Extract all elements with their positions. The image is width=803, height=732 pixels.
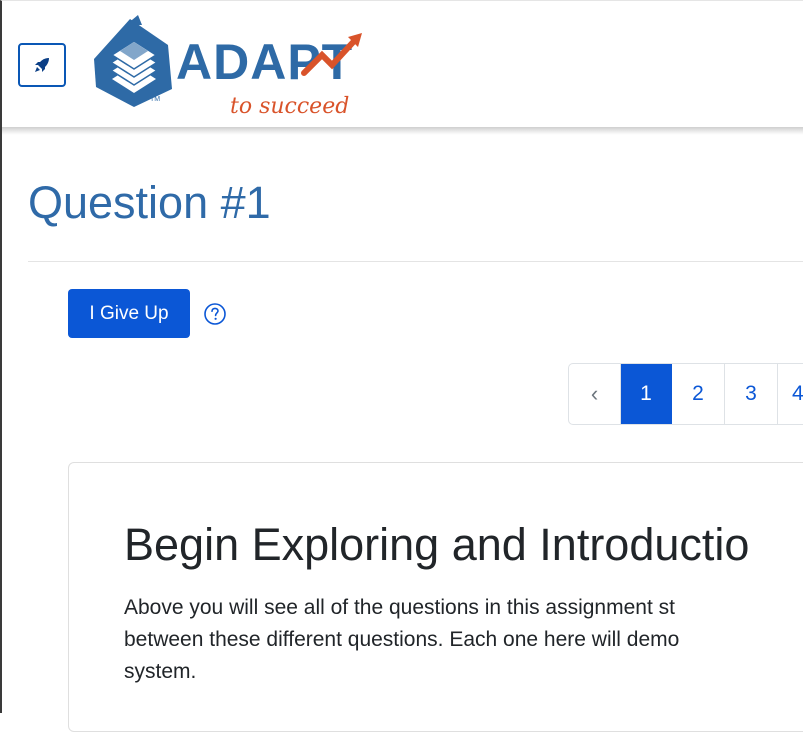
navbar-shadow <box>2 127 803 135</box>
question-pagination: ‹ 1 2 3 4 <box>568 363 803 425</box>
give-up-button[interactable]: I Give Up <box>68 289 190 338</box>
stacked-books-icon: TM ADAPT to succeed <box>94 15 362 119</box>
page-title: Question #1 <box>28 177 271 228</box>
question-body-line: Above you will see all of the questions … <box>124 596 675 619</box>
menu-toggle-button[interactable] <box>18 43 66 87</box>
adapt-logo[interactable]: TM ADAPT to succeed <box>90 11 380 123</box>
trademark-mark: TM <box>150 96 160 103</box>
question-body: Above you will see all of the questions … <box>124 592 803 688</box>
page-button-1[interactable]: 1 <box>621 364 672 424</box>
page-button-3[interactable]: 3 <box>725 364 778 424</box>
page-button-2[interactable]: 2 <box>672 364 725 424</box>
rocket-icon <box>35 58 49 72</box>
pagination-prev-button[interactable]: ‹ <box>569 364 621 424</box>
question-body-line: between these different questions. Each … <box>124 628 680 651</box>
logo-tagline: to succeed <box>230 94 349 119</box>
page-button-4[interactable]: 4 <box>778 364 803 424</box>
top-navbar: TM ADAPT to succeed <box>2 1 803 127</box>
title-divider <box>28 261 803 262</box>
question-heading: Begin Exploring and Introductio <box>124 519 750 570</box>
question-circle-icon[interactable] <box>203 302 227 326</box>
question-body-line: system. <box>124 660 197 683</box>
